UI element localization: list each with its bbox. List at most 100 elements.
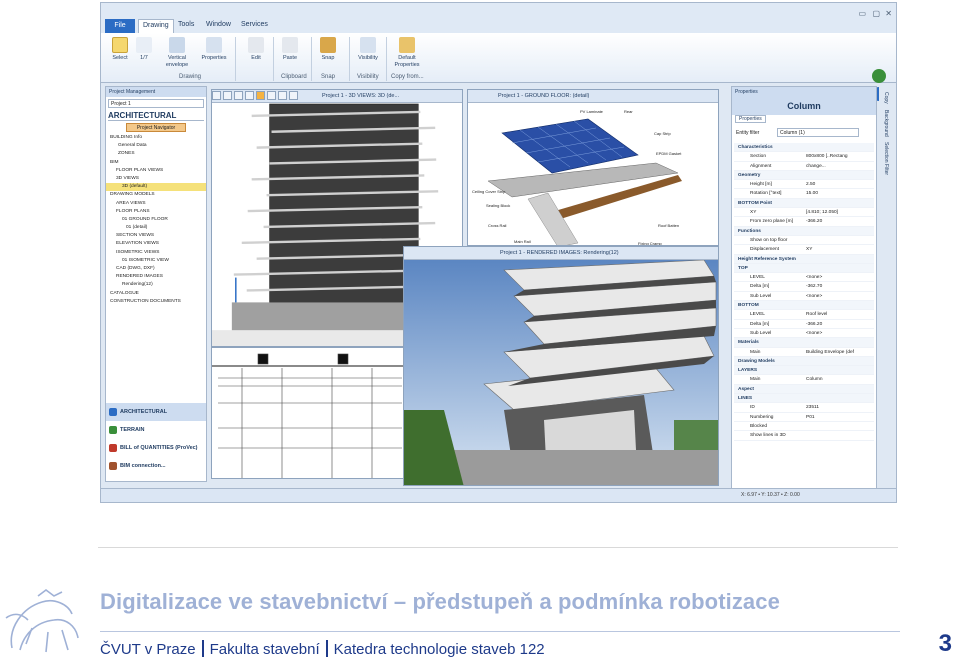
property-row[interactable]: Height [m] 2.50	[734, 180, 874, 190]
rendered-image-window[interactable]: Project 1 - RENDERED IMAGES: Rendering(1…	[403, 246, 719, 486]
toolbar-button[interactable]	[223, 91, 232, 100]
property-category[interactable]: BOTTOM	[734, 301, 874, 311]
minimize-icon[interactable]: ▭	[858, 9, 866, 18]
scale-button[interactable]: 1/7	[129, 37, 159, 62]
property-row[interactable]: LEVEL <none>	[734, 273, 874, 283]
close-icon[interactable]: ✕	[885, 9, 892, 18]
property-row[interactable]: Section 800x800 [..Rectang	[734, 152, 874, 162]
property-category[interactable]: Functions	[734, 226, 874, 236]
property-category[interactable]: Drawing Models	[734, 356, 874, 367]
property-row[interactable]: Main Building Envelope (def	[734, 348, 874, 357]
tab-services[interactable]: Services	[241, 21, 268, 28]
property-row[interactable]: Sub Level <none>	[734, 292, 874, 302]
property-value[interactable]: 2.50	[806, 180, 815, 189]
tree-item[interactable]: CONSTRUCTION DOCUMENTS	[106, 298, 206, 306]
toolbar-button[interactable]	[278, 91, 287, 100]
property-row[interactable]: XY [4.810; 12.050]	[734, 208, 874, 218]
property-value[interactable]: 15.00	[806, 189, 818, 198]
toolbar-button[interactable]	[289, 91, 298, 100]
snap-button[interactable]: Snap	[313, 37, 343, 62]
property-row[interactable]: Delta [m] -362.70	[734, 282, 874, 292]
property-value[interactable]: P01	[806, 413, 815, 422]
property-value[interactable]: -366.20	[806, 320, 822, 329]
solar-roof-detail[interactable]: PV Laminate Rear Cap Strip EPDM Gasket C…	[468, 103, 719, 246]
toolbar-button[interactable]	[245, 91, 254, 100]
property-value[interactable]: 23511	[806, 403, 819, 412]
tree-item[interactable]: BIM	[106, 159, 206, 167]
tab-tools[interactable]: Tools	[178, 21, 194, 28]
property-value[interactable]: XY	[806, 245, 812, 254]
property-value[interactable]: Building Envelope (def	[806, 348, 854, 357]
tree-item[interactable]: ELEVATION VIEWS	[106, 240, 206, 248]
properties-button[interactable]: Properties	[197, 37, 231, 62]
tree-item[interactable]: DRAWING MODELS	[106, 191, 206, 199]
property-row[interactable]: Rotation [°text] 15.00	[734, 189, 874, 199]
rendering-image[interactable]	[404, 259, 719, 486]
property-row[interactable]: Blocked	[734, 422, 874, 432]
property-row[interactable]: Show lines in 3D	[734, 431, 874, 441]
property-value[interactable]: change...	[806, 162, 826, 171]
module-bim-connection[interactable]: BIM connection...	[106, 457, 206, 475]
property-row[interactable]: Alignment change...	[734, 162, 874, 171]
tree-item[interactable]: FLOOR PLAN VIEWS	[106, 167, 206, 175]
property-category[interactable]: LINES	[734, 394, 874, 404]
property-row[interactable]: Sub Level <none>	[734, 329, 874, 339]
property-row[interactable]: ID 23511	[734, 403, 874, 413]
paste-button[interactable]: Paste	[275, 37, 305, 62]
tab-drawing[interactable]: Drawing	[138, 19, 174, 33]
tree-item[interactable]: ISOMETRIC VIEWS	[106, 249, 206, 257]
property-row[interactable]: Numbering P01	[734, 413, 874, 422]
property-value[interactable]: Column	[806, 375, 823, 384]
tree-item[interactable]: 3D VIEWS	[106, 175, 206, 183]
property-category[interactable]: Aspect	[734, 384, 874, 395]
ground-floor-detail-window[interactable]: Project 1 - GROUND FLOOR: (detail) PV La…	[467, 89, 719, 246]
file-tab[interactable]: File	[105, 19, 135, 33]
restore-icon[interactable]: ▢	[872, 9, 880, 18]
property-category[interactable]: Height Reference System	[734, 254, 874, 264]
tree-item[interactable]: General Data	[106, 142, 206, 150]
property-row[interactable]: Main Column	[734, 375, 874, 385]
tree-item[interactable]: ZONES	[106, 150, 206, 158]
property-value[interactable]: <none>	[806, 292, 822, 301]
tree-item[interactable]: CAD (DWG, DXF)	[106, 265, 206, 273]
toolbar-button[interactable]	[267, 91, 276, 100]
side-tab-background[interactable]: Background	[883, 110, 889, 137]
side-tab-selection-filter[interactable]: Selection Filter	[883, 142, 889, 175]
tree-item[interactable]: FLOOR PLANS	[106, 208, 206, 216]
property-value[interactable]: Roof level	[806, 310, 827, 319]
property-row[interactable]: Show on top floor	[734, 236, 874, 246]
property-row[interactable]: LEVEL Roof level	[734, 310, 874, 320]
tab-window[interactable]: Window	[206, 21, 231, 28]
visibility-button[interactable]: Visibility	[353, 37, 383, 62]
property-value[interactable]: <none>	[806, 329, 822, 338]
property-category[interactable]: Geometry	[734, 170, 874, 181]
property-category[interactable]: TOP	[734, 263, 874, 274]
entity-filter-select[interactable]: Column (1)	[777, 128, 859, 137]
tree-item[interactable]: SECTION VIEWS	[106, 232, 206, 240]
tree-item[interactable]: 01 GROUND FLOOR	[106, 216, 206, 224]
side-tab-copy[interactable]: Copy	[883, 92, 889, 104]
tree-item[interactable]: Rendering(12)	[106, 281, 206, 289]
toolbar-button[interactable]	[212, 91, 221, 100]
project-navigator-tab[interactable]: Project Navigator	[126, 123, 186, 132]
toolbar-button[interactable]	[234, 91, 243, 100]
tree-item[interactable]: 3D (default)	[106, 183, 206, 192]
property-category[interactable]: LAYERS	[734, 366, 874, 376]
property-value[interactable]: <none>	[806, 273, 822, 282]
tree-item[interactable]: 01 (detail)	[106, 224, 206, 232]
property-row[interactable]: Delta [m] -366.20	[734, 320, 874, 329]
default-properties-button[interactable]: Default Properties	[389, 37, 425, 69]
property-value[interactable]: -366.20	[806, 217, 822, 226]
edit-button[interactable]: Edit	[241, 37, 271, 62]
property-row[interactable]: Displacement XY	[734, 245, 874, 255]
property-value[interactable]: [4.810; 12.050]	[806, 208, 838, 217]
tree-item[interactable]: BUILDING Info	[106, 134, 206, 142]
property-value[interactable]: 800x800 [..Rectang	[806, 152, 848, 161]
property-row[interactable]: From zero plane [m] -366.20	[734, 217, 874, 227]
module-bill-of-quantities[interactable]: BILL of QUANTITIES (ProVec)	[106, 439, 206, 457]
property-value[interactable]: -362.70	[806, 282, 822, 291]
tree-item[interactable]: CATALOGUE	[106, 290, 206, 298]
tree-item[interactable]: 01 ISOMETRIC VIEW	[106, 257, 206, 265]
tree-item[interactable]: RENDERED IMAGES	[106, 273, 206, 281]
module-architectural[interactable]: ARCHITECTURAL	[106, 403, 206, 421]
